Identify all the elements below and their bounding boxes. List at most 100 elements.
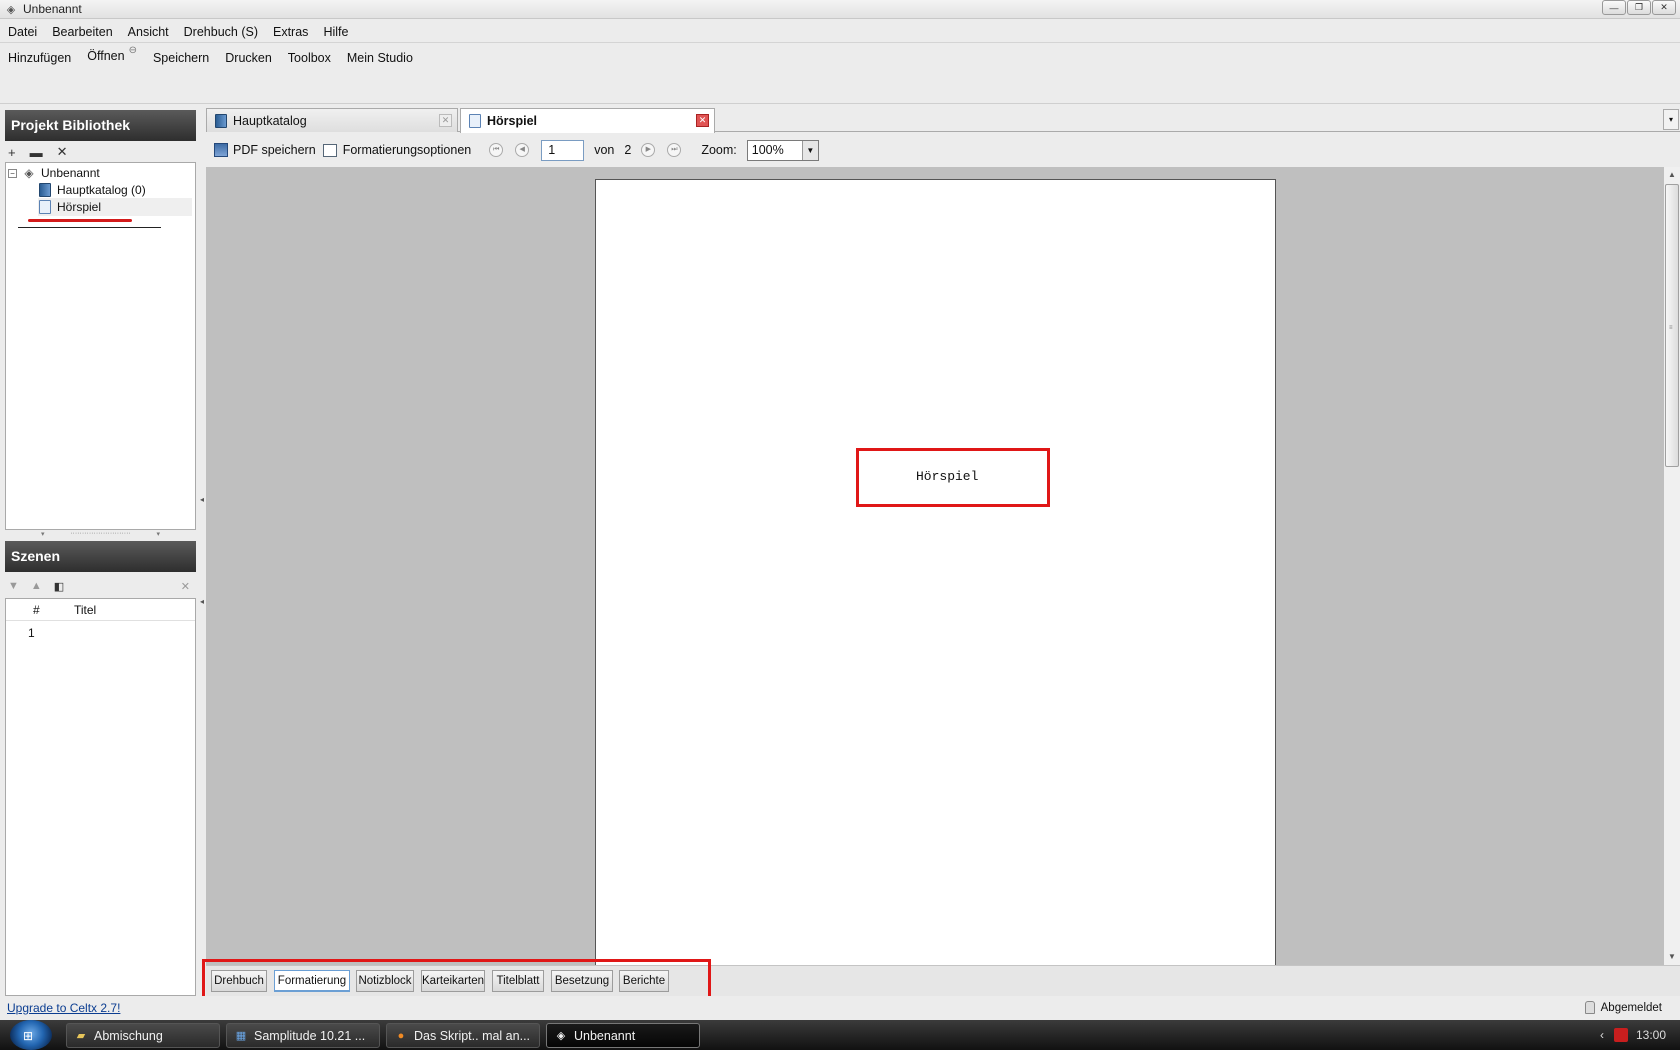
tab-titelblatt[interactable]: Titelblatt <box>492 970 544 992</box>
format-options-button[interactable]: Formatierungsoptionen <box>322 143 471 157</box>
editor-toolbar: PDF speichern Formatierungsoptionen ⏮ ◀ … <box>206 134 1680 166</box>
zoom-select[interactable]: 100% ▼ <box>746 139 819 161</box>
scroll-down-icon[interactable]: ▼ <box>1664 949 1680 965</box>
move-down-icon[interactable]: ▼ <box>8 580 19 592</box>
add-item-icon[interactable]: + <box>8 145 16 160</box>
window-controls: — ❐ ✕ <box>1602 0 1676 15</box>
preview-page: Hörspiel <box>595 179 1276 965</box>
tab-list-dropdown[interactable]: ▾ <box>1663 109 1679 130</box>
upgrade-link[interactable]: Upgrade to Celtx 2.7! <box>7 1001 120 1015</box>
pdf-save-button[interactable]: PDF speichern <box>214 143 316 157</box>
catalog-icon-wrap <box>38 183 52 197</box>
taskbar-item-unbenannt[interactable]: ◈ Unbenannt <box>546 1023 700 1048</box>
panel-resize-handle[interactable]: ▾ ·························· ▾ <box>5 530 196 538</box>
collapse-icon[interactable]: − <box>8 168 17 178</box>
my-studio-button[interactable]: Mein Studio <box>347 51 413 65</box>
windows-icon[interactable]: ◧ <box>54 580 64 593</box>
page-number-input[interactable]: 1 <box>541 139 585 161</box>
view-tabs-bar: Drehbuch Formatierung Notizblock Karteik… <box>206 965 1680 996</box>
folder-icon[interactable]: ▬ <box>30 145 43 160</box>
move-up-icon[interactable]: ▲ <box>31 580 42 592</box>
save-button[interactable]: Speichern <box>153 51 209 65</box>
grip-icon: ≡ <box>1669 325 1673 331</box>
print-preview-area: Hörspiel <box>206 167 1664 965</box>
library-header: Projekt Bibliothek <box>5 110 196 141</box>
tab-label: Hauptkatalog <box>233 113 307 128</box>
script-icon <box>469 114 481 128</box>
column-title[interactable]: Titel <box>66 603 96 617</box>
task-label: Samplitude 10.21 ... <box>254 1028 366 1043</box>
login-status[interactable]: Abgemeldet <box>1584 1001 1662 1014</box>
tab-formatierung[interactable]: Formatierung <box>274 970 350 992</box>
delete-icon[interactable]: ✕ <box>57 144 68 160</box>
tab-besetzung[interactable]: Besetzung <box>551 970 613 992</box>
vertical-scrollbar[interactable]: ▲ ≡ ▼ <box>1664 167 1680 965</box>
pdf-save-label: PDF speichern <box>233 143 316 157</box>
scenes-toolbar: ▼ ▲ ◧ ✕ <box>5 576 196 596</box>
menu-bearbeiten[interactable]: Bearbeiten <box>52 25 112 39</box>
annotation-line <box>18 227 161 228</box>
tab-hoerspiel[interactable]: Hörspiel ✕ <box>460 108 715 133</box>
taskbar-item-firefox[interactable]: ● Das Skript.. mal an... <box>386 1023 540 1048</box>
next-page-icon[interactable]: ▶ <box>641 143 656 157</box>
format-options-icon <box>322 143 337 157</box>
add-button[interactable]: Hinzufügen <box>8 51 71 65</box>
menu-bar: Datei Bearbeiten Ansicht Drehbuch (S) Ex… <box>0 21 1680 43</box>
library-toolbar: + ▬ ✕ <box>5 142 196 162</box>
page-total: 2 <box>624 143 632 157</box>
toolbox-button[interactable]: Toolbox <box>288 51 331 65</box>
chevron-down-icon[interactable]: ▼ <box>801 140 818 160</box>
splitter-left-icon[interactable]: ◂ <box>200 597 204 606</box>
chevron-left-icon[interactable]: ‹ <box>1600 1028 1604 1042</box>
menu-hilfe[interactable]: Hilfe <box>323 25 348 39</box>
tab-berichte[interactable]: Berichte <box>619 970 669 992</box>
tree-item-hauptkatalog[interactable]: Hauptkatalog (0) <box>38 181 146 199</box>
task-label: Das Skript.. mal an... <box>414 1028 531 1043</box>
script-icon <box>39 200 51 214</box>
close-window-button[interactable]: ✕ <box>1652 0 1676 15</box>
splitter-left-icon[interactable]: ◂ <box>200 495 204 504</box>
scene-row[interactable]: 1 <box>28 626 35 640</box>
last-page-icon[interactable]: ⏭ <box>667 143 682 157</box>
first-page-icon[interactable]: ⏮ <box>489 143 504 157</box>
taskbar-item-samplitude[interactable]: ▦ Samplitude 10.21 ... <box>226 1023 380 1048</box>
print-button[interactable]: Drucken <box>225 51 272 65</box>
tab-karteikarten[interactable]: Karteikarten <box>421 970 485 992</box>
menu-drehbuch[interactable]: Drehbuch (S) <box>184 25 258 39</box>
scrollbar-thumb[interactable]: ≡ <box>1665 184 1679 467</box>
login-label: Abgemeldet <box>1600 1001 1662 1014</box>
maximize-button[interactable]: ❐ <box>1627 0 1651 15</box>
minimize-button[interactable]: — <box>1602 0 1626 15</box>
close-tab-icon[interactable]: ✕ <box>696 114 709 127</box>
menu-ansicht[interactable]: Ansicht <box>128 25 169 39</box>
clock[interactable]: 13:00 <box>1636 1028 1666 1042</box>
delete-scene-icon[interactable]: ✕ <box>181 580 190 593</box>
open-button[interactable]: Öffnen <box>87 49 124 63</box>
of-label: von <box>594 143 615 157</box>
tree-item-hoerspiel[interactable]: Hörspiel <box>38 198 192 216</box>
window-title: Unbenannt <box>23 2 82 16</box>
tab-drehbuch[interactable]: Drehbuch <box>211 970 267 992</box>
menu-datei[interactable]: Datei <box>8 25 37 39</box>
security-icon[interactable] <box>1613 1028 1628 1042</box>
resize-grip-icon: ·························· <box>70 530 131 537</box>
library-tree: − ◈ Unbenannt Hauptkatalog (0) Hörspiel <box>5 162 196 530</box>
firefox-icon: ● <box>397 1029 405 1042</box>
taskbar-item-abmischung[interactable]: ▰ Abmischung <box>66 1023 220 1048</box>
scroll-up-icon[interactable]: ▲ <box>1664 167 1680 183</box>
column-number[interactable]: # <box>6 603 66 617</box>
scenes-list: # Titel 1 <box>5 598 196 996</box>
scenes-column-header: # Titel <box>6 599 195 621</box>
editor-tabstrip: Hauptkatalog ✕ Hörspiel ✕ ▾ <box>206 108 1680 133</box>
tree-root[interactable]: − ◈ Unbenannt <box>8 164 100 182</box>
tab-hauptkatalog[interactable]: Hauptkatalog ✕ <box>206 108 458 132</box>
resize-down-icon: ▾ <box>156 531 160 538</box>
menu-extras[interactable]: Extras <box>273 25 308 39</box>
lock-icon <box>1584 1001 1595 1014</box>
prev-page-icon[interactable]: ◀ <box>515 143 530 157</box>
close-tab-icon[interactable]: ✕ <box>439 114 452 127</box>
folder-icon: ▰ <box>76 1030 86 1042</box>
tab-notizblock[interactable]: Notizblock <box>356 970 414 992</box>
celtx-icon: ◈ <box>556 1030 566 1042</box>
open-dropdown-icon[interactable]: ⊖ <box>129 45 137 56</box>
